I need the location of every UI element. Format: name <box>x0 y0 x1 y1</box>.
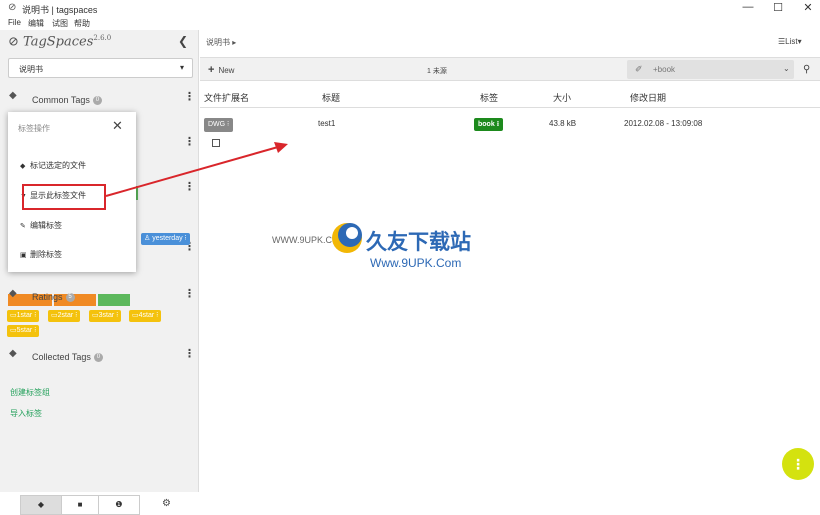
info-icon: ❶ <box>115 500 123 509</box>
watermark-url: Www.9UPK.Com <box>370 256 462 270</box>
tab-folders[interactable]: ■ <box>61 495 99 515</box>
tab-info[interactable]: ❶ <box>98 495 140 515</box>
watermark-logo-icon <box>332 223 362 253</box>
tab-tags[interactable]: ◆ <box>20 495 62 515</box>
folder-icon: ■ <box>77 500 83 509</box>
tags-icon: ◆ <box>37 500 45 509</box>
watermark-site: 久友下载站 <box>366 231 471 254</box>
settings-gears-icon[interactable]: ⚙ <box>162 498 171 509</box>
